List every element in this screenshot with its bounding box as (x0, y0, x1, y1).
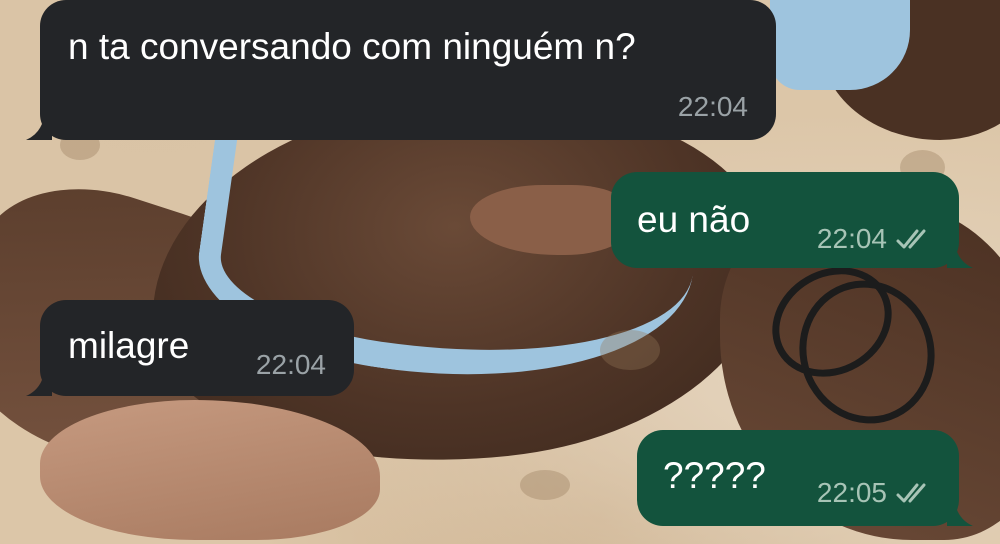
message-bubble-outgoing[interactable]: eu não 22:04 (611, 172, 973, 268)
wallpaper-sand (600, 330, 660, 370)
message-time: 22:05 (816, 477, 887, 508)
wallpaper-sand (520, 470, 570, 500)
double-check-icon (896, 229, 926, 249)
bubble-tail-icon (947, 504, 973, 526)
message-meta: 22:04 (817, 222, 935, 256)
message-time: 22:04 (677, 91, 748, 122)
message-bubble-incoming[interactable]: milagre 22:04 (26, 300, 354, 396)
message-bubble-incoming[interactable]: n ta conversando com ninguém n? 22:04 (26, 0, 776, 140)
message-text: ????? (663, 455, 766, 496)
bubble-tail-icon (947, 246, 973, 268)
message-text: milagre (68, 325, 190, 366)
bubble-tail-icon (26, 374, 52, 396)
message-text: eu não (637, 199, 751, 240)
message-time: 22:04 (255, 349, 326, 380)
message-meta: 22:04 (256, 348, 326, 382)
message-meta: 22:04 (678, 90, 748, 124)
message-bubble-outgoing[interactable]: ????? 22:05 (637, 430, 973, 526)
message-text: n ta conversando com ninguém n? (68, 26, 636, 67)
message-meta: 22:05 (817, 476, 935, 510)
message-time: 22:04 (816, 223, 887, 254)
bubble-tail-icon (26, 118, 52, 140)
double-check-icon (896, 483, 926, 503)
